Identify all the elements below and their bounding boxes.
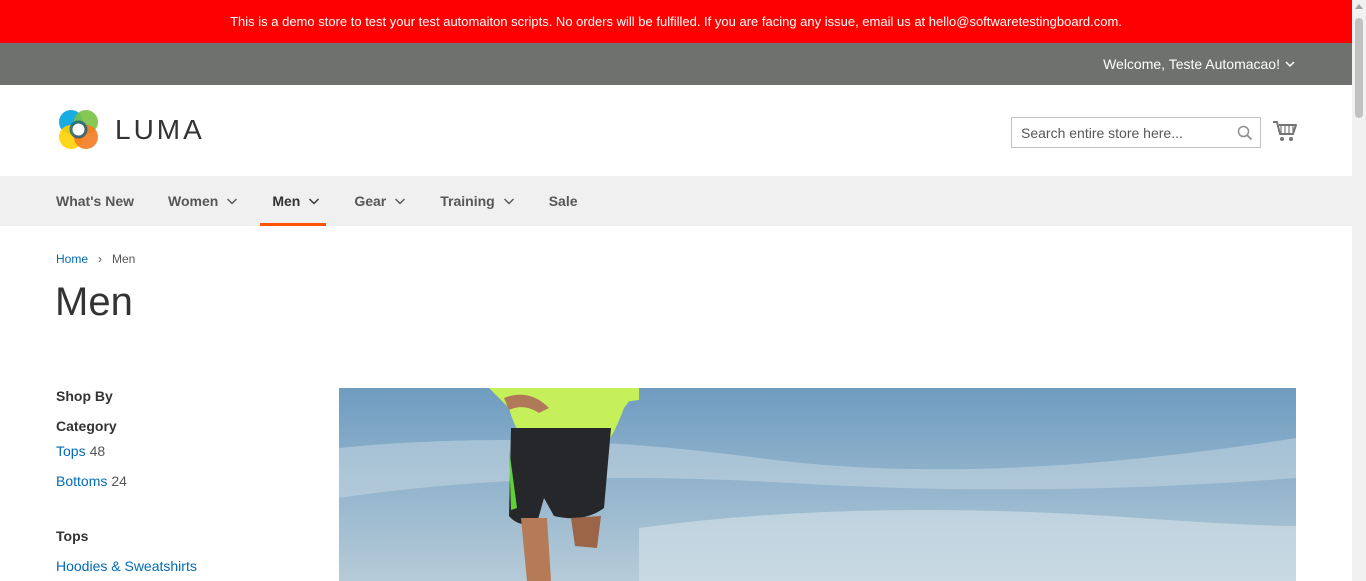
runner-photo	[339, 388, 1296, 581]
top-panel: Welcome, Teste Automacao!	[0, 43, 1352, 85]
category-link-tops[interactable]: Tops	[56, 443, 86, 459]
nav-item-whats-new[interactable]: What's New	[56, 176, 134, 226]
luma-logo-icon	[59, 110, 98, 149]
category-filter-item: Tops 48	[56, 443, 306, 468]
store-logo[interactable]: LUMA	[56, 107, 205, 152]
demo-notice-text: This is a demo store to test your test a…	[230, 14, 1122, 29]
site-header: LUMA	[0, 85, 1352, 176]
category-filter-item: Bottoms 24	[56, 473, 306, 498]
category-filter-title[interactable]: Category	[56, 418, 306, 438]
nav-item-sale[interactable]: Sale	[549, 176, 578, 226]
search-button[interactable]	[1230, 118, 1260, 147]
layered-navigation: Shop By Category Tops 48 Bottoms 24 Tops…	[56, 388, 306, 574]
breadcrumb-separator-icon: ›	[98, 252, 103, 266]
logo-wordmark: LUMA	[115, 113, 205, 145]
nav-item-training[interactable]: Training	[440, 176, 514, 226]
hoodies-sweatshirts-link[interactable]: Hoodies & Sweatshirts	[56, 558, 306, 574]
shop-by-heading: Shop By	[56, 388, 113, 404]
chevron-down-icon	[1285, 61, 1295, 68]
nav-item-women[interactable]: Women	[168, 176, 238, 226]
customer-menu-toggle[interactable]: Welcome, Teste Automacao!	[1103, 43, 1296, 85]
category-count: 24	[111, 473, 127, 489]
page-title: Men	[55, 280, 133, 324]
welcome-message: Welcome, Teste Automacao!	[1103, 56, 1280, 72]
chevron-down-icon	[503, 198, 514, 205]
breadcrumb: Home › Men	[56, 252, 135, 266]
scroll-up-icon[interactable]	[1355, 4, 1363, 9]
category-link-bottoms[interactable]: Bottoms	[56, 473, 107, 489]
page-scrollbar[interactable]	[1352, 0, 1366, 581]
men-hero-image	[339, 388, 1296, 581]
demo-notice-banner: This is a demo store to test your test a…	[0, 0, 1352, 43]
main-navigation: What's New Women Men Gear Training Sale	[0, 176, 1352, 226]
scrollbar-thumb[interactable]	[1355, 18, 1363, 118]
tops-section-title: Tops	[56, 528, 89, 544]
search-input[interactable]	[1012, 118, 1230, 147]
nav-item-men[interactable]: Men	[260, 176, 327, 226]
nav-item-gear[interactable]: Gear	[354, 176, 406, 226]
cart-icon[interactable]	[1272, 119, 1298, 143]
chevron-down-icon	[309, 198, 320, 205]
chevron-down-icon	[395, 198, 406, 205]
breadcrumb-home-link[interactable]: Home	[56, 252, 88, 266]
search-icon	[1237, 125, 1253, 140]
breadcrumb-current: Men	[112, 252, 136, 266]
search-box[interactable]	[1011, 117, 1261, 148]
category-count: 48	[89, 443, 106, 459]
chevron-down-icon	[227, 198, 238, 205]
